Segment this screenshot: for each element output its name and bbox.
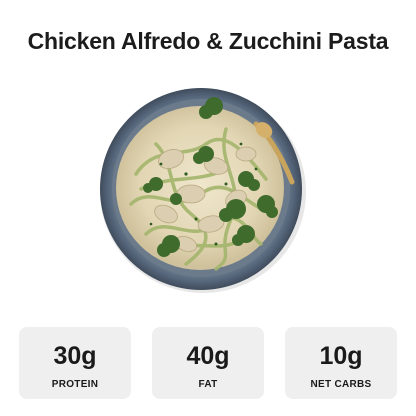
net-carbs-label: NET CARBS [310, 379, 372, 390]
recipe-title: Chicken Alfredo & Zucchini Pasta [27, 28, 389, 54]
macro-card-net-carbs: 10g NET CARBS [285, 327, 397, 399]
protein-value: 30g [53, 342, 97, 370]
macro-card-protein: 30g PROTEIN [19, 327, 131, 399]
fat-value: 40g [186, 342, 230, 370]
net-carbs-value: 10g [319, 342, 363, 370]
protein-label: PROTEIN [51, 379, 99, 390]
macro-stats: 30g PROTEIN 40g FAT 10g NET CARBS [19, 327, 397, 399]
fat-label: FAT [198, 379, 218, 390]
pasta-bowl-photo [100, 88, 306, 293]
macro-card-fat: 40g FAT [152, 327, 264, 399]
